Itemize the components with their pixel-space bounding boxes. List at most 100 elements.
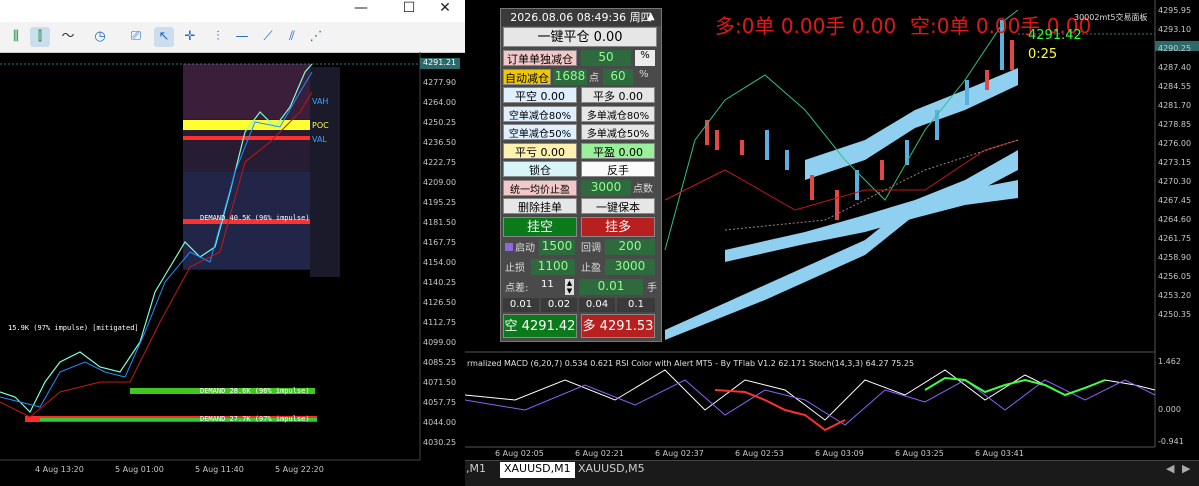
time-tick: 6 Aug 02:05 xyxy=(495,449,544,458)
auto-reduce-pct[interactable]: 60 xyxy=(603,69,633,85)
left-price-chart[interactable]: DEMAND 40.5K (96% impulse) DEMAND 28.6K … xyxy=(0,52,465,478)
pct-label-2: % xyxy=(639,69,649,80)
start-input[interactable]: 1500 xyxy=(539,239,575,255)
osc-tick: 0.000 xyxy=(1158,405,1181,414)
fibonacci-icon[interactable]: ⋰ xyxy=(306,27,326,47)
chart-tab-bar xyxy=(465,460,1199,486)
price-tick: 4167.75 xyxy=(423,238,457,247)
candlestick-icon[interactable]: ⫿ xyxy=(30,27,50,47)
price-tick: 4126.50 xyxy=(423,298,457,307)
lot-preset-3[interactable]: 0.04 xyxy=(579,298,615,312)
breakeven-button[interactable]: 一键保本 xyxy=(581,198,655,214)
price-tick: 4256.05 xyxy=(1158,272,1192,281)
tp-input[interactable]: 3000 xyxy=(605,259,655,275)
trade-panel: 2026.08.06 08:49:36 周四 ▲ 一键平仓 0.00 订单单独减… xyxy=(500,8,662,342)
pullback-input[interactable]: 200 xyxy=(605,239,655,255)
price-tick: 4222.75 xyxy=(423,158,457,167)
price-tick: 4253.20 xyxy=(1158,291,1192,300)
time-tick: 5 Aug 11:40 xyxy=(195,465,244,474)
scroll-right-icon[interactable]: ▶ xyxy=(1182,462,1190,475)
val-label: VAL xyxy=(312,135,327,144)
price-tick: 4209.00 xyxy=(423,178,457,187)
price-tick: 4291.21 xyxy=(423,58,457,67)
close-all-button[interactable]: 一键平仓 0.00 xyxy=(503,27,657,47)
reverse-button[interactable]: 反手 xyxy=(581,161,655,177)
lock-button[interactable]: 锁仓 xyxy=(503,161,577,177)
tab-m1-partial[interactable]: ,M1 xyxy=(466,462,486,478)
price-tick: 4250.35 xyxy=(1158,310,1192,319)
bar-chart-icon[interactable]: ⫼ xyxy=(6,27,26,47)
close-button[interactable]: ✕ xyxy=(428,0,462,22)
pullback-label: 回调 xyxy=(581,243,601,254)
close-short-button[interactable]: 平空 0.00 xyxy=(503,87,577,103)
auto-reduce-toggle[interactable]: 自动减仓 xyxy=(503,69,551,85)
spread-value: 11 xyxy=(541,279,554,290)
short-reduce-50-button[interactable]: 空单减仓50% xyxy=(503,124,577,140)
start-checkbox[interactable] xyxy=(505,243,513,251)
maximize-button[interactable]: ☐ xyxy=(392,0,426,22)
trendline-icon[interactable]: ⟋ xyxy=(258,27,278,47)
price-tick: 4140.25 xyxy=(423,278,457,287)
short-reduce-80-button[interactable]: 空单减仓80% xyxy=(503,106,577,122)
points-unit: 点 xyxy=(589,73,599,84)
order-reduce-button[interactable]: 订单单独减仓 xyxy=(503,50,577,66)
long-reduce-50-button[interactable]: 多单减仓50% xyxy=(581,124,655,140)
pending-long-button[interactable]: 挂多 xyxy=(581,217,655,237)
horizontal-line-icon[interactable]: — xyxy=(232,27,252,47)
price-tick: 4290.25 xyxy=(1158,44,1192,53)
brand-label: 30002mt5交易面板 xyxy=(1074,13,1148,22)
price-tick: 4195.25 xyxy=(423,198,457,207)
demand-label-3: DEMAND 27.7K (97% impulse) xyxy=(200,415,310,423)
price-tick: 4044.00 xyxy=(423,418,457,427)
lot-input[interactable]: 0.01 xyxy=(579,279,643,295)
sl-input[interactable]: 1100 xyxy=(531,259,575,275)
auto-reduce-points[interactable]: 1688 xyxy=(553,69,587,85)
lot-preset-1[interactable]: 0.01 xyxy=(503,298,539,312)
spread-label: 点差: xyxy=(505,283,529,294)
vertical-line-icon[interactable]: ⫶ xyxy=(208,27,228,47)
price-tick: 4154.00 xyxy=(423,258,457,267)
price-tick: 4270.30 xyxy=(1158,177,1192,186)
tab-xauusd-m5[interactable]: XAUUSD,M5 xyxy=(578,462,645,478)
screenshot-icon[interactable]: ⎚ xyxy=(126,27,146,47)
unify-tp-input[interactable]: 3000 xyxy=(581,180,631,196)
pending-short-button[interactable]: 挂空 xyxy=(503,217,577,237)
price-tick: 4293.10 xyxy=(1158,25,1192,34)
long-reduce-80-button[interactable]: 多单减仓80% xyxy=(581,106,655,122)
lot-stepper[interactable]: ▲ ▼ xyxy=(565,279,574,295)
line-chart-icon[interactable]: 〜 xyxy=(58,27,78,47)
scroll-left-icon[interactable]: ◀ xyxy=(1166,462,1174,475)
tp-label: 止盈 xyxy=(581,263,601,274)
buy-button[interactable]: 多 4291.53 xyxy=(581,314,655,338)
pct-label-1: % xyxy=(635,50,655,66)
demand-label-2: DEMAND 28.6K (96% impulse) xyxy=(200,387,310,395)
minimize-button[interactable]: — xyxy=(344,0,378,22)
crosshair-icon[interactable]: ✛ xyxy=(180,27,200,47)
close-loss-button[interactable]: 平亏 0.00 xyxy=(503,143,577,159)
price-tick: 4258.90 xyxy=(1158,253,1192,262)
clock-icon[interactable]: ◷ xyxy=(90,27,110,47)
cursor-icon[interactable]: ↖ xyxy=(154,27,174,47)
lot-unit: 手 xyxy=(647,283,657,294)
osc-tick: 1.462 xyxy=(1158,357,1181,366)
unify-tp-button[interactable]: 统一均价止盈 xyxy=(503,180,577,196)
price-tick: 4281.70 xyxy=(1158,101,1192,110)
time-tick: 6 Aug 02:53 xyxy=(735,449,784,458)
collapse-icon[interactable]: ▲ xyxy=(647,11,655,22)
unify-tp-unit: 点数 xyxy=(633,184,653,195)
order-reduce-input[interactable]: 50 xyxy=(581,50,631,66)
time-tick: 5 Aug 01:00 xyxy=(115,465,164,474)
tab-xauusd-m1[interactable]: XAUUSD,M1 xyxy=(500,462,575,478)
close-long-button[interactable]: 平多 0.00 xyxy=(581,87,655,103)
chart-toolbar: ⫼ ⫿ 〜 ◷ ⎚ ↖ ✛ ⫶ — ⟋ ⫽ ⋰ xyxy=(0,22,465,53)
time-tick: 6 Aug 03:25 xyxy=(895,449,944,458)
delete-pending-button[interactable]: 删除挂单 xyxy=(503,198,577,214)
sell-button[interactable]: 空 4291.42 xyxy=(503,314,577,338)
lot-preset-4[interactable]: 0.1 xyxy=(617,298,655,312)
price-tick: 4030.25 xyxy=(423,438,457,447)
lot-preset-2[interactable]: 0.02 xyxy=(541,298,577,312)
price-tick: 4112.75 xyxy=(423,318,457,327)
close-profit-button[interactable]: 平盈 0.00 xyxy=(581,143,655,159)
channel-icon[interactable]: ⫽ xyxy=(282,27,302,47)
price-tick: 4295.95 xyxy=(1158,6,1192,15)
